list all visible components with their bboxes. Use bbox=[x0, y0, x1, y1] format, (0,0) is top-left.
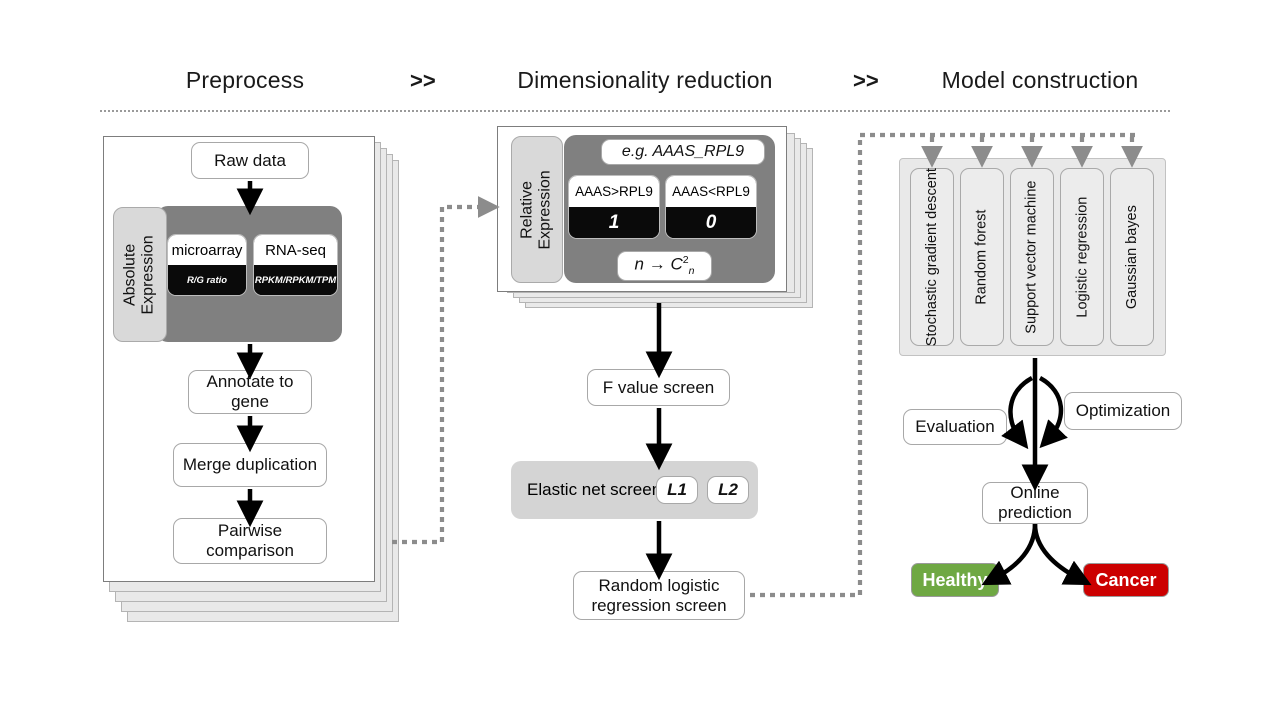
phase-title-preprocess: Preprocess bbox=[185, 67, 305, 93]
arrow-evaluation-loop-right bbox=[1038, 376, 1068, 449]
algorithm-label-sgd: Stochastic gradient descent bbox=[923, 167, 940, 347]
platform-card-rnaseq[interactable]: RNA-seq RPKM/RPKM/TPM bbox=[253, 234, 338, 296]
node-combination-formula: n → C2n bbox=[617, 251, 712, 281]
node-optimization[interactable]: Optimization bbox=[1064, 392, 1182, 430]
algorithm-stochastic-gradient-descent[interactable]: Stochastic gradient descent bbox=[910, 168, 954, 346]
phase-separator-2: >> bbox=[853, 68, 879, 93]
node-merge-duplication[interactable]: Merge duplication bbox=[173, 443, 327, 487]
relative-expression-label: Relative Expression bbox=[519, 169, 554, 250]
algorithm-support-vector-machine[interactable]: Support vector machine bbox=[1010, 168, 1054, 346]
arrow-optimization-loop-left bbox=[1001, 376, 1034, 450]
header-divider bbox=[100, 110, 1170, 112]
preprocess-sheet-front bbox=[103, 136, 375, 582]
phase-separator-1: >> bbox=[410, 68, 436, 93]
connector-preprocess-to-dimred bbox=[392, 196, 500, 545]
comparison-condition-greater: AAAS>RPL9 bbox=[569, 176, 659, 207]
absolute-expression-label: Absolute Expression bbox=[122, 234, 157, 315]
comparison-card-less[interactable]: AAAS<RPL9 0 bbox=[665, 175, 757, 239]
node-f-value-screen[interactable]: F value screen bbox=[587, 369, 730, 406]
platform-name-microarray: microarray bbox=[168, 235, 246, 265]
connector-model-branches bbox=[921, 137, 1143, 168]
penalty-chip-l1[interactable]: L1 bbox=[656, 476, 698, 504]
absolute-expression-label-plate: Absolute Expression bbox=[113, 207, 167, 342]
arrow-to-healthy bbox=[981, 523, 1038, 586]
combination-formula-text: n → C2n bbox=[634, 254, 695, 278]
algorithm-logistic-regression[interactable]: Logistic regression bbox=[1060, 168, 1104, 346]
phase-title-model: Model construction bbox=[941, 67, 1139, 93]
arrow-to-cancer bbox=[1032, 523, 1092, 586]
algorithm-label-svm: Support vector machine bbox=[1023, 180, 1040, 334]
penalty-chip-l2[interactable]: L2 bbox=[707, 476, 749, 504]
comparison-condition-less: AAAS<RPL9 bbox=[666, 176, 756, 207]
algorithm-label-gaussian-bayes: Gaussian bayes bbox=[1123, 205, 1140, 309]
elastic-net-label: Elastic net screen bbox=[527, 480, 662, 499]
node-raw-data[interactable]: Raw data bbox=[191, 142, 309, 179]
algorithm-label-random-forest: Random forest bbox=[973, 209, 990, 305]
node-random-logistic-regression-screen[interactable]: Random logistic regression screen bbox=[573, 571, 745, 620]
comparison-value-less: 0 bbox=[666, 207, 756, 238]
relative-expression-label-plate: Relative Expression bbox=[511, 136, 563, 283]
platform-metric-rnaseq: RPKM/RPKM/TPM bbox=[254, 265, 337, 295]
algorithm-gaussian-bayes[interactable]: Gaussian bayes bbox=[1110, 168, 1154, 346]
platform-name-rnaseq: RNA-seq bbox=[254, 235, 337, 265]
node-evaluation[interactable]: Evaluation bbox=[903, 409, 1007, 445]
platform-metric-microarray: R/G ratio bbox=[168, 265, 246, 295]
diagram-canvas: Preprocess >> Dimensionality reduction >… bbox=[0, 0, 1269, 714]
algorithm-label-logistic-regression: Logistic regression bbox=[1073, 196, 1090, 318]
node-pairwise-comparison[interactable]: Pairwise comparison bbox=[173, 518, 327, 564]
phase-title-dimensionality: Dimensionality reduction bbox=[517, 67, 773, 93]
outcome-badge-healthy[interactable]: Healthy bbox=[911, 563, 999, 597]
comparison-card-greater[interactable]: AAAS>RPL9 1 bbox=[568, 175, 660, 239]
node-online-prediction[interactable]: Online prediction bbox=[982, 482, 1088, 524]
node-annotate-to-gene[interactable]: Annotate to gene bbox=[188, 370, 312, 414]
example-gene-pair-text: e.g. AAAS_RPL9 bbox=[621, 142, 745, 160]
platform-card-microarray[interactable]: microarray R/G ratio bbox=[167, 234, 247, 296]
algorithm-random-forest[interactable]: Random forest bbox=[960, 168, 1004, 346]
comparison-value-greater: 1 bbox=[569, 207, 659, 238]
outcome-badge-cancer[interactable]: Cancer bbox=[1083, 563, 1169, 597]
node-example-gene-pair: e.g. AAAS_RPL9 bbox=[601, 139, 765, 165]
